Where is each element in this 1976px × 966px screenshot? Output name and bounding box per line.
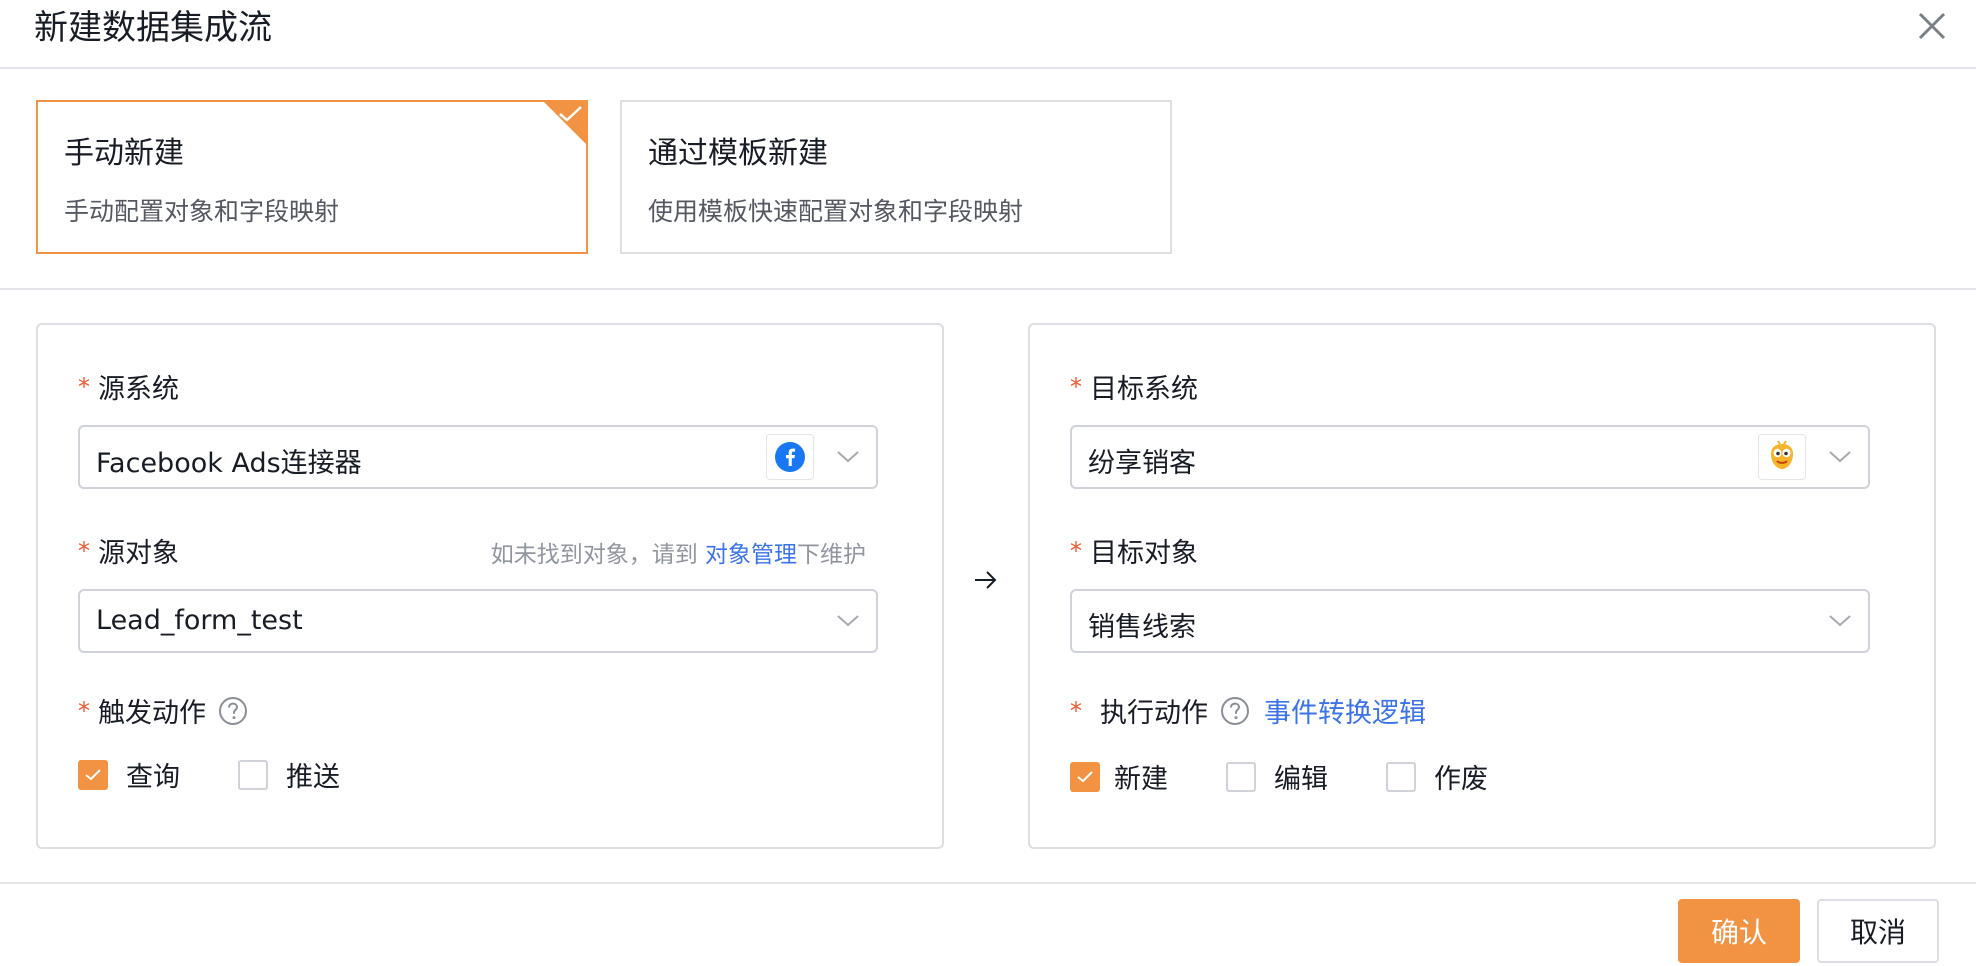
target-object-label: * 目标对象	[1070, 536, 1198, 570]
execute-action-label: * 执行动作 事件转换逻辑	[1070, 691, 1426, 730]
checkbox-push[interactable]: 推送	[238, 755, 340, 794]
target-panel: * 目标系统 纷享销客 * 目标对象 销售线索 * 执行动作 事件转换逻辑 新建…	[1028, 323, 1936, 849]
chevron-down-icon[interactable]	[836, 449, 860, 465]
required-mark: *	[1070, 696, 1082, 725]
chevron-down-icon[interactable]	[836, 613, 860, 629]
mode-card-manual[interactable]: 手动新建 手动配置对象和字段映射	[36, 100, 588, 254]
checkbox-label: 推送	[286, 762, 340, 793]
target-system-select[interactable]: 纷享销客	[1070, 425, 1870, 489]
cancel-button[interactable]: 取消	[1817, 899, 1939, 963]
check-icon	[85, 768, 101, 780]
facebook-logo-icon	[766, 434, 814, 480]
source-object-label: * 源对象	[78, 536, 179, 570]
fxiaoke-logo-icon	[1758, 434, 1806, 480]
footer-divider	[0, 882, 1976, 884]
arrow-right-icon	[975, 571, 997, 589]
checkbox-box[interactable]	[238, 759, 268, 790]
section-divider	[0, 288, 1976, 290]
checkbox-create[interactable]: 新建	[1070, 757, 1168, 796]
checkbox-query[interactable]: 查询	[78, 755, 180, 794]
source-panel: * 源系统 Facebook Ads连接器 * 源对象 如未找到对象，请到 对象…	[36, 323, 944, 849]
target-object-select[interactable]: 销售线索	[1070, 589, 1870, 653]
object-management-link[interactable]: 对象管理	[705, 542, 797, 568]
target-system-label: * 目标系统	[1070, 372, 1198, 406]
required-mark: *	[78, 536, 90, 565]
required-mark: *	[1070, 372, 1082, 401]
dialog-title: 新建数据集成流	[34, 8, 272, 48]
confirm-button[interactable]: 确认	[1678, 899, 1800, 963]
help-icon[interactable]	[1220, 696, 1250, 726]
checkbox-void[interactable]: 作废	[1386, 757, 1488, 796]
source-object-hint: 如未找到对象，请到 对象管理下维护	[490, 542, 866, 568]
chevron-down-icon[interactable]	[1828, 613, 1852, 629]
required-mark: *	[78, 696, 90, 725]
check-icon	[1077, 770, 1093, 782]
required-mark: *	[78, 372, 90, 401]
mode-card-desc: 使用模板快速配置对象和字段映射	[648, 197, 1024, 226]
select-value: Lead_form_test	[96, 605, 303, 636]
event-conversion-link[interactable]: 事件转换逻辑	[1264, 691, 1426, 730]
checkbox-box[interactable]	[1386, 761, 1416, 792]
select-value: 销售线索	[1088, 612, 1196, 643]
checkbox-box[interactable]	[78, 759, 108, 790]
mode-card-title: 通过模板新建	[648, 136, 828, 171]
select-value: Facebook Ads连接器	[96, 448, 362, 479]
action-options: 新建 编辑 作废	[1070, 757, 1546, 796]
checkbox-edit[interactable]: 编辑	[1226, 757, 1328, 796]
close-icon[interactable]	[1912, 6, 1952, 46]
source-object-select[interactable]: Lead_form_test	[78, 589, 878, 653]
required-mark: *	[1070, 536, 1082, 565]
mode-card-desc: 手动配置对象和字段映射	[64, 197, 340, 226]
checkbox-label: 新建	[1114, 764, 1168, 795]
mode-card-template[interactable]: 通过模板新建 使用模板快速配置对象和字段映射	[620, 100, 1172, 254]
header-divider	[0, 67, 1976, 69]
checkbox-label: 编辑	[1274, 764, 1328, 795]
checkbox-label: 查询	[126, 762, 180, 793]
checkbox-box[interactable]	[1226, 761, 1256, 792]
trigger-action-label: * 触发动作	[78, 691, 248, 730]
checkbox-box[interactable]	[1070, 761, 1100, 792]
check-icon	[559, 106, 582, 122]
help-icon[interactable]	[218, 696, 248, 726]
trigger-options: 查询 推送	[78, 755, 398, 794]
source-system-label: * 源系统	[78, 372, 179, 406]
checkbox-label: 作废	[1434, 764, 1488, 795]
source-system-select[interactable]: Facebook Ads连接器	[78, 425, 878, 489]
select-value: 纷享销客	[1088, 448, 1196, 479]
chevron-down-icon[interactable]	[1828, 449, 1852, 465]
mode-card-title: 手动新建	[64, 136, 184, 171]
